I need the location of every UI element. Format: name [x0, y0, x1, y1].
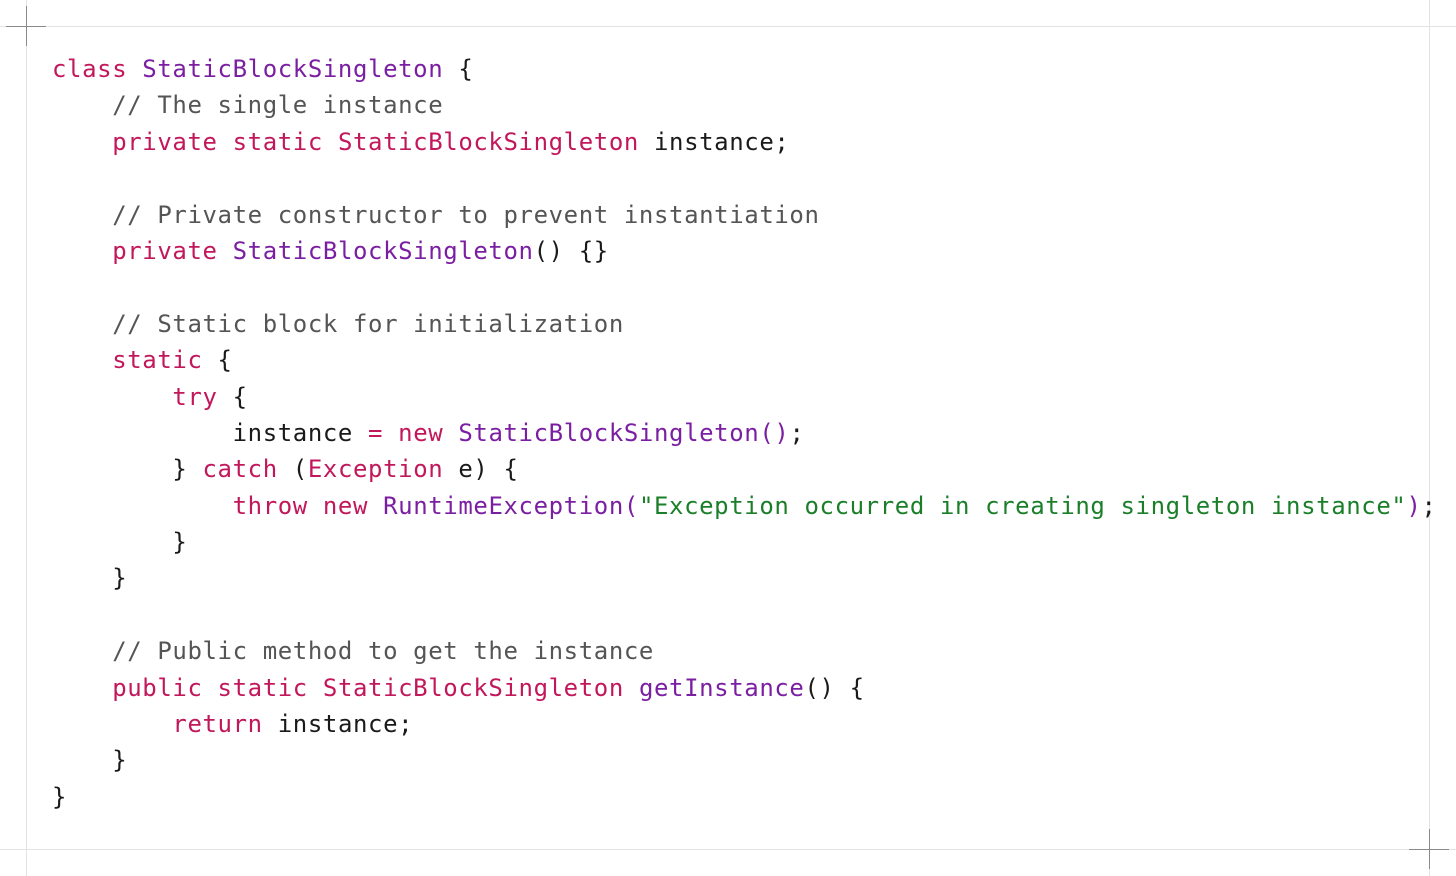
code-token: ) [1406, 491, 1422, 520]
top-margin-guide [0, 26, 1456, 27]
code-token: instance; [638, 127, 790, 156]
code-token: { [443, 55, 474, 83]
document-page: class StaticBlockSingleton { // The sing… [0, 0, 1456, 876]
code-token: Exception [307, 455, 444, 484]
code-block: class StaticBlockSingleton { // The sing… [52, 51, 1437, 815]
code-token: e) { [443, 455, 519, 484]
code-line: public static StaticBlockSingleton getIn… [52, 670, 1437, 706]
code-line: class StaticBlockSingleton { [52, 51, 1437, 87]
code-token: // The single instance [52, 91, 444, 120]
code-token: // Private constructor to prevent instan… [52, 200, 820, 229]
code-token: // Public method to get the instance [52, 637, 654, 666]
code-token: StaticBlockSingleton [142, 55, 444, 83]
code-line: } [52, 524, 1437, 560]
code-line: // Static block for initialization [52, 306, 1437, 342]
code-token: = new [368, 418, 459, 447]
code-token: { [202, 346, 233, 375]
code-token: catch [202, 455, 278, 484]
code-line: } [52, 742, 1437, 778]
code-token: StaticBlockSingleton() [458, 418, 790, 447]
code-token: "Exception occurred in creating singleto… [638, 491, 1407, 520]
code-line: } [52, 560, 1437, 596]
code-line: private static StaticBlockSingleton inst… [52, 124, 1437, 160]
code-token: StaticBlockSingleton [337, 127, 639, 156]
code-token: () {} [533, 236, 609, 265]
code-token: ; [789, 418, 805, 447]
code-token: } [52, 528, 188, 557]
code-line: return instance; [52, 706, 1437, 742]
code-line: ​ [52, 160, 1437, 196]
code-token: } [52, 746, 128, 775]
code-token: StaticBlockSingleton [322, 673, 624, 702]
code-token: } [52, 455, 203, 484]
code-line: try { [52, 379, 1437, 415]
code-token: return [52, 710, 263, 739]
code-token: static [52, 346, 203, 375]
code-line: // The single instance [52, 87, 1437, 123]
crop-mark-bottom-right-v [1429, 829, 1430, 869]
left-margin-guide [26, 0, 27, 876]
code-token: instance; [262, 710, 414, 739]
code-token: // Static block for initialization [52, 309, 624, 338]
code-line: static { [52, 342, 1437, 378]
code-token: () { [804, 673, 865, 702]
code-line: ​ [52, 597, 1437, 633]
code-token: ( [277, 455, 308, 484]
code-line: private StaticBlockSingleton() {} [52, 233, 1437, 269]
code-token: instance [52, 418, 369, 447]
code-line: throw new RuntimeException("Exception oc… [52, 488, 1437, 524]
code-token: } [52, 564, 128, 593]
code-token: getInstance [638, 673, 805, 702]
code-line: } [52, 779, 1437, 815]
code-token: StaticBlockSingleton [232, 236, 534, 265]
crop-mark-top-left-v [26, 6, 27, 46]
code-token: private [52, 236, 233, 265]
code-token: private static [52, 127, 338, 156]
code-line: ​ [52, 269, 1437, 305]
code-token: RuntimeException( [383, 491, 639, 520]
code-token: } [52, 782, 68, 811]
code-line: } catch (Exception e) { [52, 451, 1437, 487]
code-token: { [217, 382, 248, 411]
code-token: try [52, 382, 218, 411]
code-token: ; [1421, 491, 1437, 520]
code-token: throw new [52, 491, 384, 520]
code-token: class [52, 55, 143, 83]
code-line: instance = new StaticBlockSingleton(); [52, 415, 1437, 451]
bottom-margin-guide [0, 849, 1456, 850]
code-token: public static [52, 673, 323, 702]
code-line: // Private constructor to prevent instan… [52, 197, 1437, 233]
code-line: // Public method to get the instance [52, 633, 1437, 669]
